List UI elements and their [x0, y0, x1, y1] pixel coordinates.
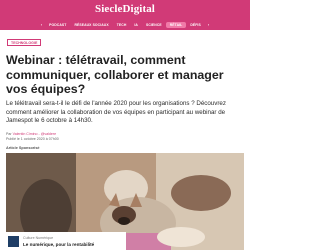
category-tag[interactable]: TECHNOLOGIE	[7, 39, 42, 46]
nav-item-reseaux-sociaux[interactable]: RÉSEAUX SOCIAUX	[70, 23, 112, 27]
main-nav: ‹ PODCAST RÉSEAUX SOCIAUX TECH IA SCIENC…	[0, 19, 250, 30]
ad-brand-logo	[8, 236, 19, 247]
nav-item-ia[interactable]: IA	[130, 23, 142, 27]
nav-next-icon[interactable]: ›	[205, 22, 212, 27]
nav-item-defis[interactable]: DÉFIS	[186, 23, 205, 27]
nav-item-podcast[interactable]: PODCAST	[45, 23, 70, 27]
article-title: Webinar : télétravail, comment communiqu…	[6, 53, 224, 97]
nav-item-science[interactable]: SCIENCE	[142, 23, 166, 27]
author-link[interactable]: Valentin Cimino - @valdere	[13, 132, 57, 136]
site-header: SiecleDigital ‹ PODCAST RÉSEAUX SOCIAUX …	[0, 0, 250, 30]
nav-item-retail[interactable]: RÉTAIL	[165, 21, 187, 28]
article-byline: Par Valentin Cimino - @valdere Publié le…	[6, 132, 59, 141]
sponsored-label: Article Sponsorisé	[6, 146, 40, 150]
ad-brand-name: Culture Numérique	[23, 236, 54, 240]
ad-headline[interactable]: Le numérique, pour la rentabilité	[23, 242, 94, 247]
nav-prev-icon[interactable]: ‹	[38, 22, 45, 27]
site-logo[interactable]: SiecleDigital	[0, 3, 250, 15]
nav-item-tech[interactable]: TECH	[113, 23, 131, 27]
ad-banner[interactable]	[6, 232, 126, 250]
publish-date: Publié le 1 octobre 2020 à 07h00	[6, 136, 59, 141]
byline-prefix: Par	[6, 132, 12, 136]
article-lede: Le télétravail sera-t-il le défi de l'an…	[6, 100, 226, 125]
